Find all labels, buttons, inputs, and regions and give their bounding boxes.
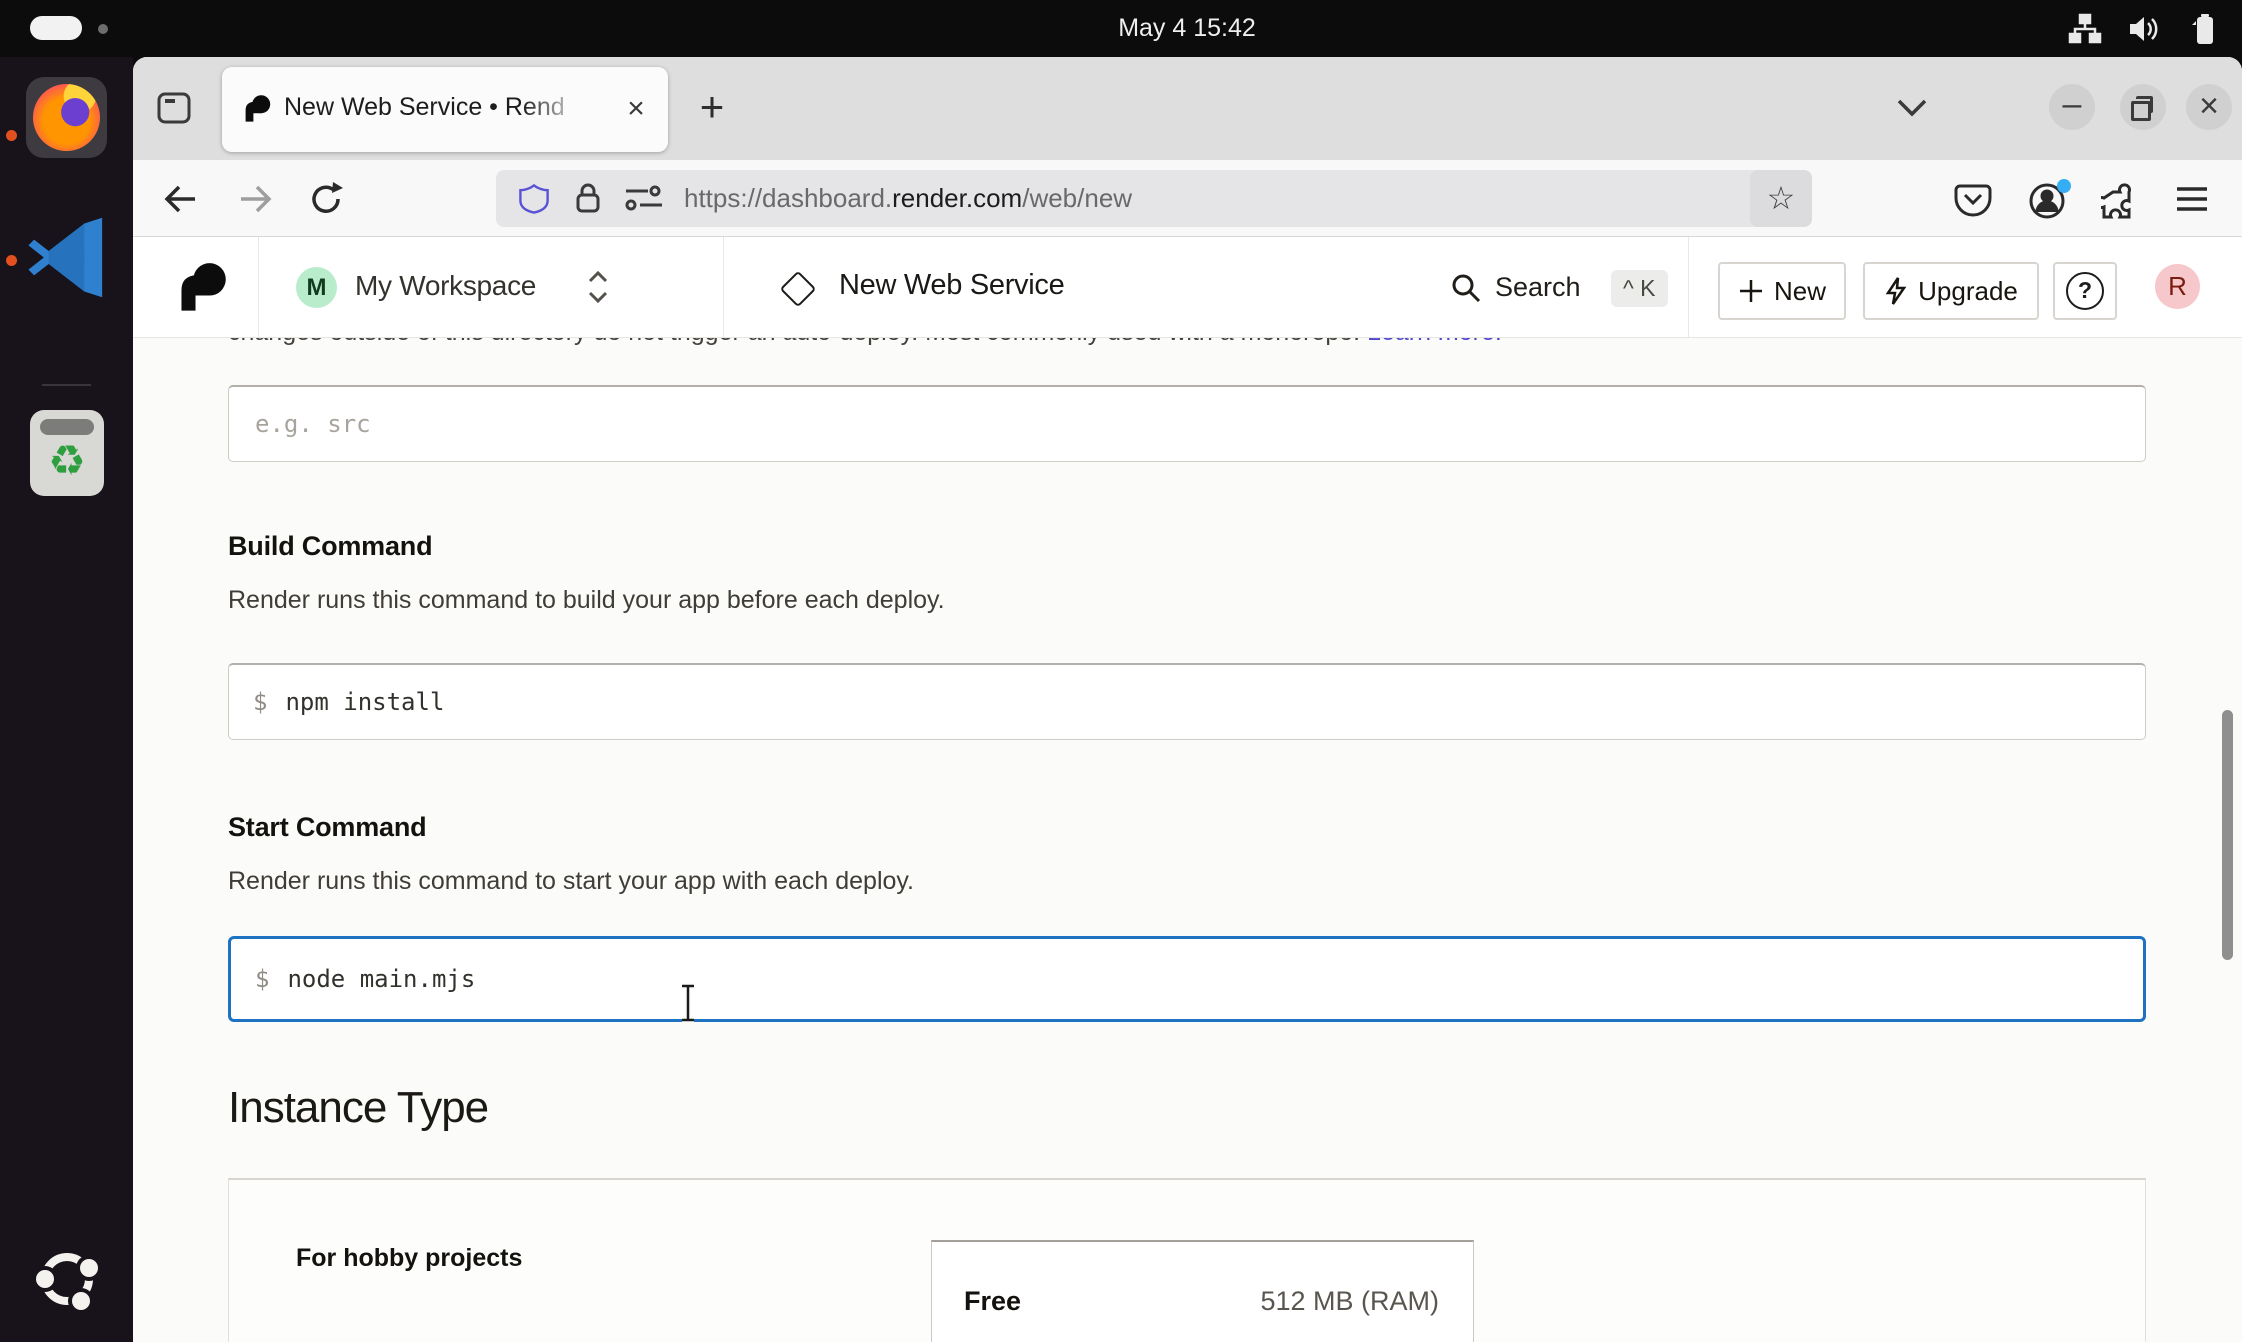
lock-icon[interactable] [572,181,604,215]
vscode-running-dot [6,255,17,266]
system-top-bar: May 4 15:42 [0,0,2242,57]
restore-window-button[interactable] [2120,84,2166,130]
trash-lid [40,419,94,435]
workspace-chevrons-icon[interactable] [585,267,611,307]
minimize-button[interactable]: – [2049,84,2095,130]
page-title: New Web Service [839,269,1064,302]
extensions-puzzle-icon[interactable] [2101,180,2143,222]
active-tab[interactable]: New Web Service • Rend × [222,67,668,152]
url-domain: render.com [892,183,1022,213]
back-button[interactable] [161,178,203,220]
bookmark-star-button[interactable]: ☆ [1750,170,1812,227]
tab-close-icon[interactable]: × [618,91,654,127]
question-mark-icon: ? [2066,272,2104,310]
new-tab-button[interactable]: + [689,85,735,131]
shell-prompt: $ [255,965,269,993]
build-command-input[interactable] [283,687,2121,717]
search-shortcut-badge: ^ K [1611,270,1668,307]
dock-app-grid-button[interactable] [30,1242,104,1316]
free-plan-option[interactable]: Free 512 MB (RAM) [931,1240,1474,1342]
workspace-indicator-pill[interactable] [30,16,82,40]
tracking-shield-icon[interactable] [518,183,550,215]
instance-type-card: For hobby projects Free 512 MB (RAM) [228,1178,2146,1342]
build-command-field[interactable]: $ [228,663,2146,740]
lightning-icon [1884,276,1908,306]
workspace-avatar[interactable]: M [296,267,337,308]
shell-prompt: $ [253,688,267,716]
navigation-toolbar: https://dashboard.render.com/web/new ☆ [133,160,2242,237]
menu-hamburger-icon[interactable] [2173,182,2215,224]
text-cursor [678,983,698,1023]
workspace-indicator-dot[interactable] [98,24,108,34]
render-favicon [242,94,272,124]
upgrade-button[interactable]: Upgrade [1863,262,2039,320]
tab-title-fade [522,87,608,133]
learn-more-link[interactable]: Learn more. [1367,338,1502,346]
dock-divider [42,384,91,386]
instance-type-title: Instance Type [228,1083,488,1133]
dock-vscode-button[interactable] [26,217,107,298]
new-web-service-form: changes outside of this directory do not… [133,338,2242,1342]
volume-icon[interactable] [2126,13,2160,45]
firefox-window: New Web Service • Rend × + – × [133,57,2242,1342]
plan-ram: 512 MB (RAM) [1260,1286,1439,1317]
forward-button[interactable] [233,178,275,220]
battery-icon[interactable] [2188,13,2222,45]
tab-strip: New Web Service • Rend × + – × [133,57,2242,160]
start-command-input[interactable] [285,964,2119,994]
account-button[interactable] [2026,178,2068,220]
root-directory-field[interactable] [228,385,2146,462]
hobby-projects-label: For hobby projects [296,1244,522,1273]
list-tabs-chevron-icon[interactable] [1893,95,1931,121]
render-logo[interactable] [175,261,229,315]
recycle-icon: ♻ [30,436,104,485]
network-icon[interactable] [2068,13,2102,45]
render-header: M My Workspace New Web Service Search ^ … [133,237,2242,338]
plus-icon [1738,278,1764,304]
user-avatar[interactable]: R [2155,264,2200,309]
scrollbar-thumb[interactable] [2222,710,2233,960]
firefox-running-dot [6,130,17,141]
star-icon: ☆ [1750,170,1812,226]
start-command-description: Render runs this command to start your a… [228,867,914,896]
screen: May 4 15:42 [0,0,2242,1342]
workspace-selector[interactable]: My Workspace [355,270,536,302]
dock-firefox-button[interactable] [26,77,107,158]
search-button[interactable]: Search [1495,272,1581,303]
build-command-description: Render runs this command to build your a… [228,586,945,615]
new-button[interactable]: New [1718,262,1846,320]
search-icon[interactable] [1449,271,1483,305]
url-text[interactable]: https://dashboard.render.com/web/new [684,183,1132,214]
root-directory-input[interactable] [253,409,2121,439]
help-button[interactable]: ? [2053,262,2117,320]
firefox-view-button[interactable] [151,85,197,131]
reload-button[interactable] [305,178,347,220]
start-command-title: Start Command [228,812,426,843]
system-clock[interactable]: May 4 15:42 [1118,14,1256,43]
close-window-button[interactable]: × [2186,84,2232,130]
vscode-icon [26,217,107,298]
build-command-title: Build Command [228,531,432,562]
permissions-icon[interactable] [624,184,664,212]
firefox-icon [26,77,107,158]
pocket-button[interactable] [1953,180,1995,222]
plan-name: Free [964,1286,1021,1317]
service-diamond-icon [780,271,817,308]
url-bar[interactable]: https://dashboard.render.com/web/new ☆ [496,170,1812,227]
start-command-field-focused[interactable]: $ [228,936,2146,1022]
dock-trash-button[interactable]: ♻ [30,410,104,496]
ubuntu-dock: ♻ [0,57,133,1342]
ubuntu-logo-icon [30,1242,104,1316]
clipped-description-line: changes outside of this directory do not… [228,338,1502,347]
